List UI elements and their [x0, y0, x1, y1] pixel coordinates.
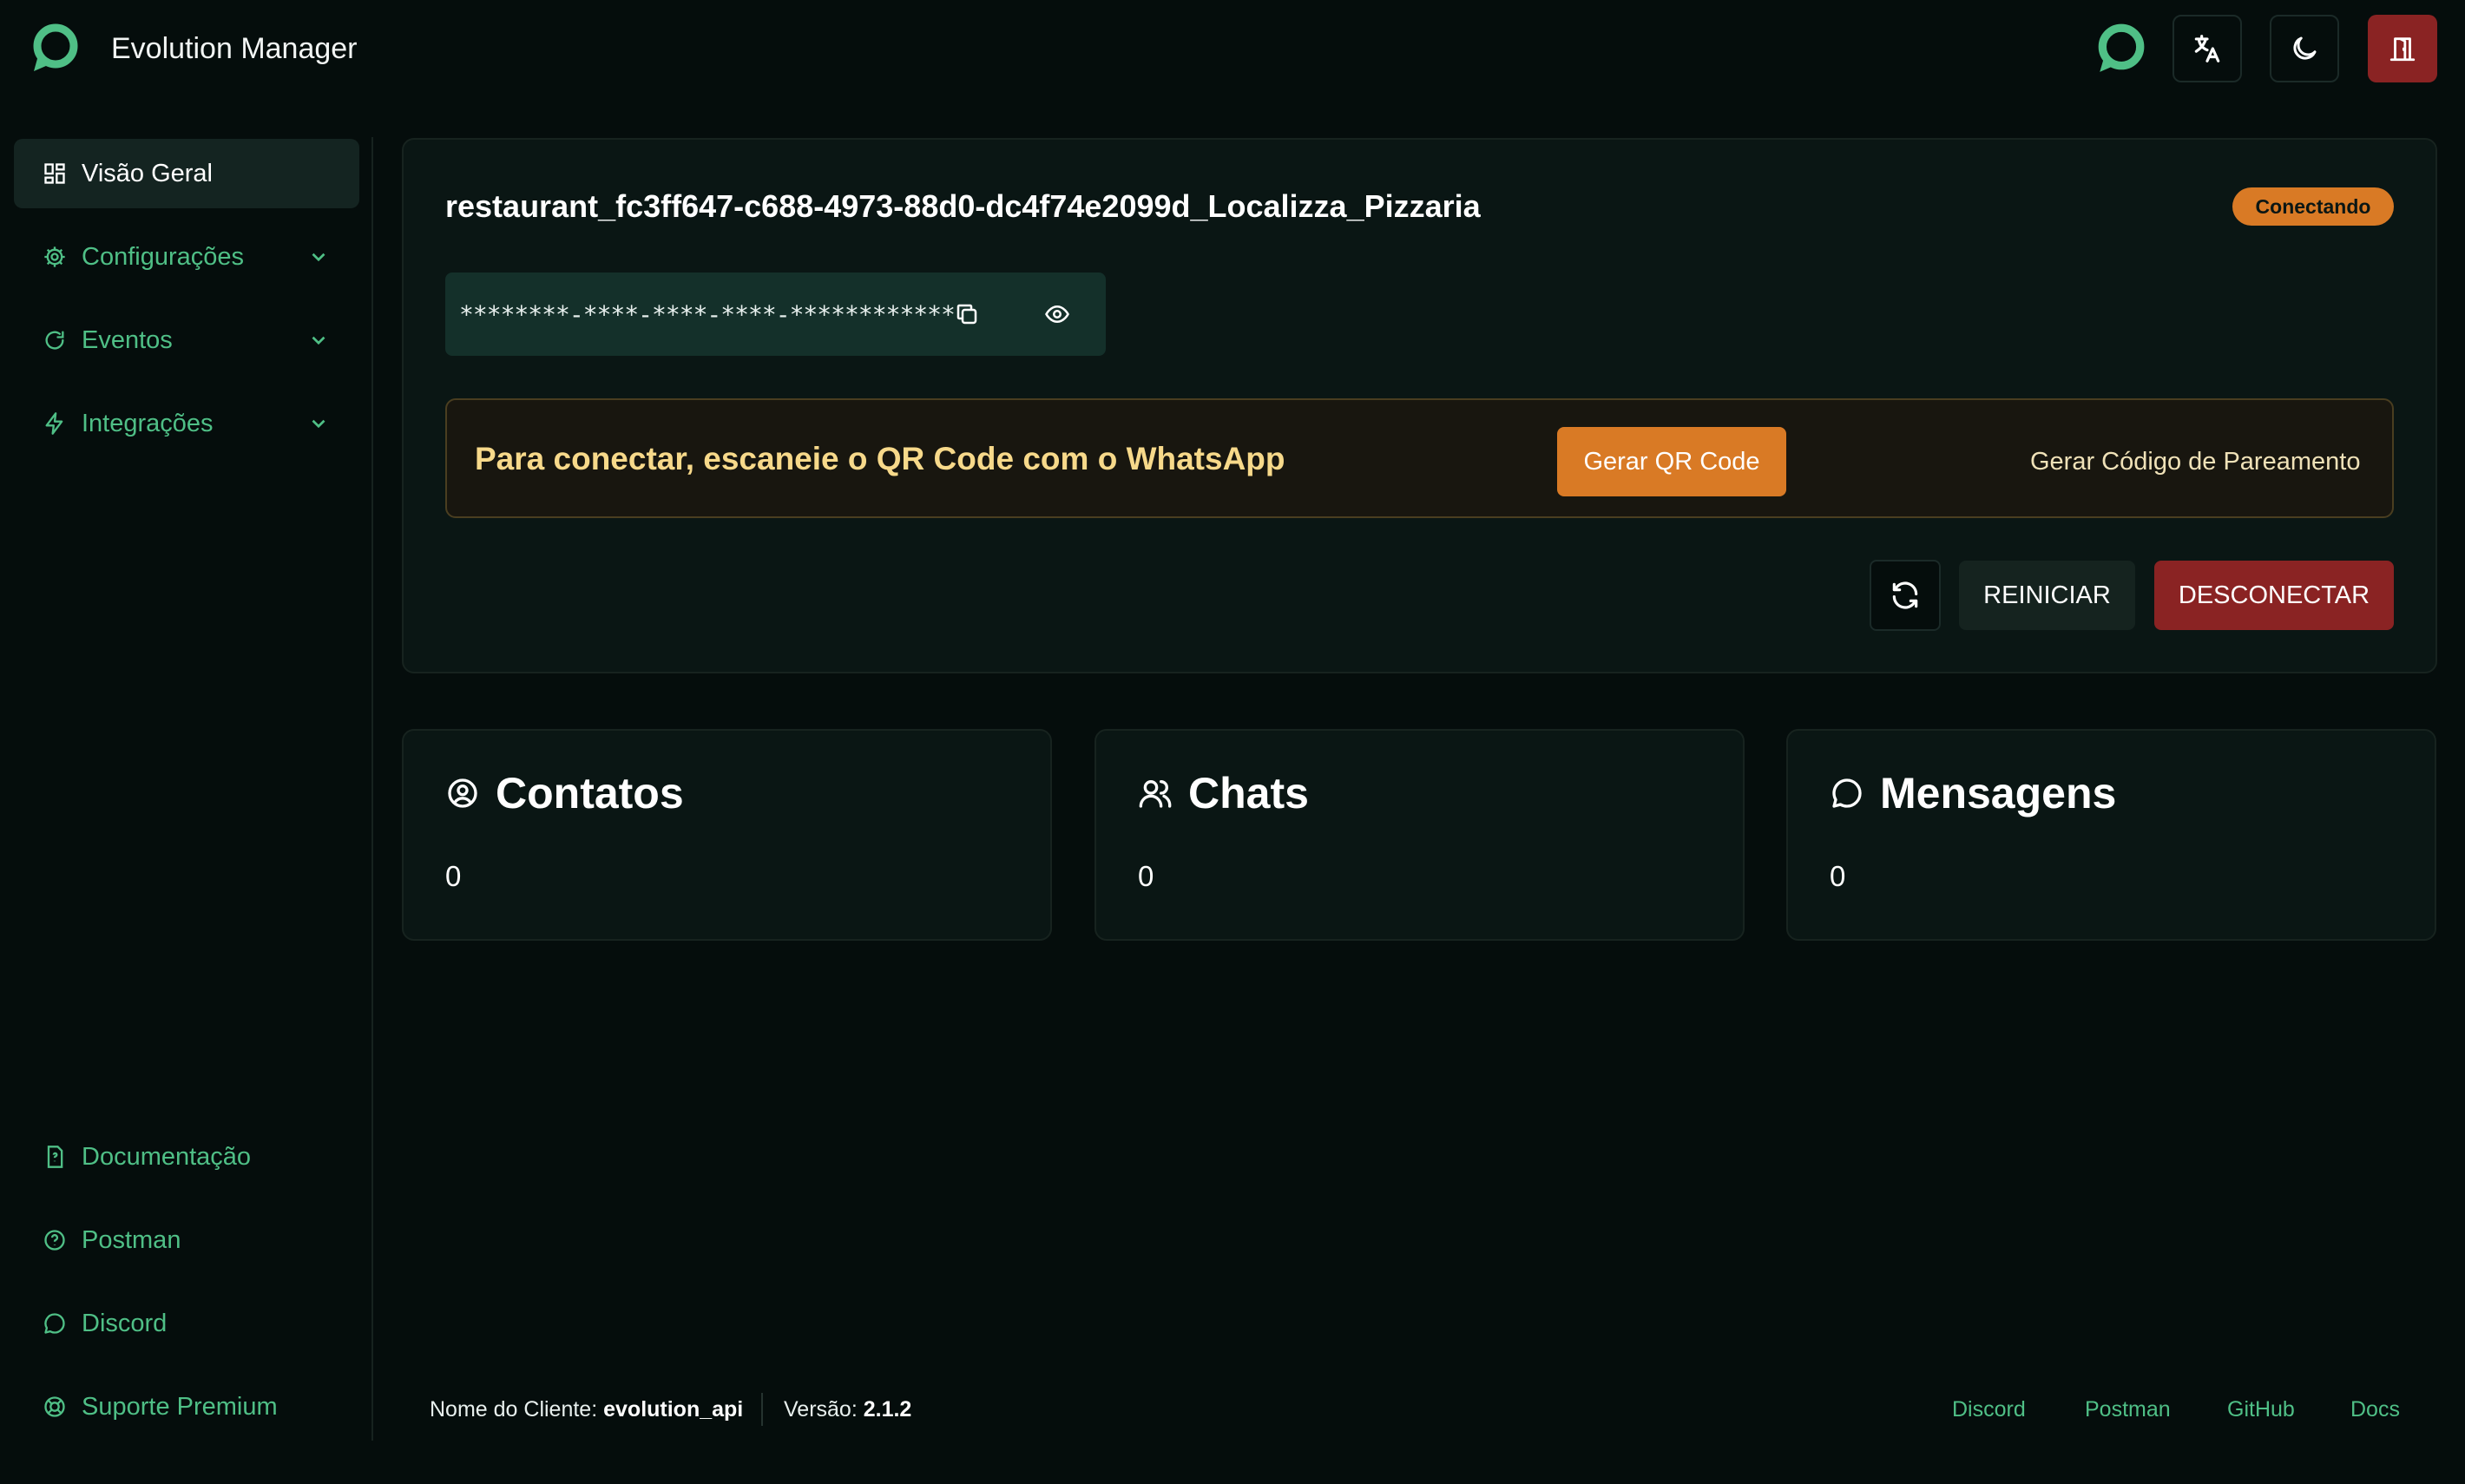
stat-title-label: Contatos [496, 769, 684, 818]
copy-token-button[interactable] [945, 292, 989, 336]
sidebar-item-label: Integrações [82, 409, 214, 437]
show-token-button[interactable] [1035, 292, 1079, 336]
instance-name: restaurant_fc3ff647-c688-4973-88d0-dc4f7… [445, 188, 1481, 224]
dashboard-icon [42, 161, 68, 187]
logout-button[interactable] [2368, 15, 2437, 82]
sidebar-item-label: Configurações [82, 242, 244, 271]
qr-prompt-text: Para conectar, escaneie o QR Code com o … [475, 441, 1285, 476]
api-token-value: ********-****-****-****-************ [459, 300, 956, 329]
gear-icon [42, 244, 68, 270]
status-ring-icon [2098, 23, 2145, 72]
sidebar-item-discord[interactable]: Discord [14, 1289, 359, 1358]
refresh-icon [1892, 581, 1918, 609]
stat-title-label: Mensagens [1880, 769, 2117, 818]
chevron-down-icon [312, 253, 325, 262]
sidebar-item-visao-geral[interactable]: Visão Geral [14, 139, 359, 208]
user-circle-icon [445, 776, 480, 811]
sidebar-item-postman[interactable]: Postman [14, 1205, 359, 1275]
version-label: Versão: [784, 1397, 858, 1422]
copy-icon [956, 304, 977, 325]
theme-toggle-button[interactable] [2270, 15, 2339, 82]
client-value: evolution_api [603, 1397, 744, 1422]
footer-link-github[interactable]: GitHub [2227, 1394, 2295, 1425]
language-button[interactable] [2172, 15, 2242, 82]
sidebar-item-label: Discord [82, 1309, 168, 1337]
footer-version-info: Versão: 2.1.2 [784, 1394, 911, 1425]
door-icon [2389, 37, 2416, 62]
sidebar-item-label: Suporte Premium [82, 1392, 278, 1421]
refresh-icon [42, 327, 68, 353]
status-badge: Conectando [2232, 187, 2394, 226]
footer-link-postman[interactable]: Postman [2085, 1394, 2171, 1425]
generate-pairing-code-link[interactable]: Gerar Código de Pareamento [2030, 444, 2360, 479]
stat-card-mensagens [1786, 729, 2436, 941]
lifebuoy-icon [42, 1394, 68, 1420]
sidebar-item-integracoes[interactable]: Integrações [14, 389, 359, 458]
sidebar-item-documentacao[interactable]: Documentação [14, 1122, 359, 1192]
chevron-down-icon [312, 336, 325, 345]
stat-title-contatos: Contatos [445, 767, 684, 819]
footer-link-docs[interactable]: Docs [2350, 1394, 2400, 1425]
stat-card-contatos [402, 729, 1052, 941]
generate-qr-button[interactable]: Gerar QR Code [1557, 427, 1786, 496]
version-value: 2.1.2 [863, 1397, 912, 1422]
stat-title-chats: Chats [1138, 767, 1309, 819]
stat-value-chats: 0 [1138, 860, 1154, 892]
chat-bubble-icon [42, 1310, 68, 1336]
sidebar-divider [371, 137, 373, 1441]
app-header: Evolution Manager [0, 0, 2465, 97]
sidebar-item-suporte-premium[interactable]: Suporte Premium [14, 1372, 359, 1441]
footer-link-discord[interactable]: Discord [1952, 1394, 2026, 1425]
sidebar-item-label: Eventos [82, 325, 173, 354]
evolution-logo-icon [33, 23, 78, 71]
sidebar-item-eventos[interactable]: Eventos [14, 305, 359, 375]
app-title: Evolution Manager [111, 32, 358, 65]
disconnect-button[interactable]: DESCONECTAR [2154, 561, 2394, 630]
users-icon [1138, 776, 1173, 811]
restart-button[interactable]: REINICIAR [1959, 561, 2135, 630]
moon-icon [2293, 36, 2317, 60]
connection-status-button[interactable] [2086, 15, 2155, 82]
eye-icon [1045, 305, 1069, 324]
translate-icon [2194, 35, 2220, 62]
stat-title-mensagens: Mensagens [1830, 767, 2116, 819]
client-label: Nome do Cliente: [430, 1397, 598, 1422]
stat-value-contatos: 0 [445, 860, 462, 892]
sidebar-item-configuracoes[interactable]: Configurações [14, 222, 359, 292]
document-icon [42, 1144, 68, 1170]
help-circle-icon [42, 1227, 68, 1253]
bolt-icon [42, 410, 68, 437]
refresh-button[interactable] [1870, 560, 1941, 631]
footer-separator [761, 1393, 763, 1426]
stat-card-chats [1094, 729, 1745, 941]
sidebar-item-label: Documentação [82, 1142, 252, 1171]
chevron-down-icon [312, 419, 325, 429]
footer-client-info: Nome do Cliente: evolution_api [430, 1394, 743, 1425]
stat-value-mensagens: 0 [1830, 860, 1846, 892]
message-icon [1830, 776, 1864, 811]
sidebar-item-label: Postman [82, 1225, 181, 1254]
stat-title-label: Chats [1188, 769, 1309, 818]
sidebar-item-label: Visão Geral [82, 159, 213, 187]
